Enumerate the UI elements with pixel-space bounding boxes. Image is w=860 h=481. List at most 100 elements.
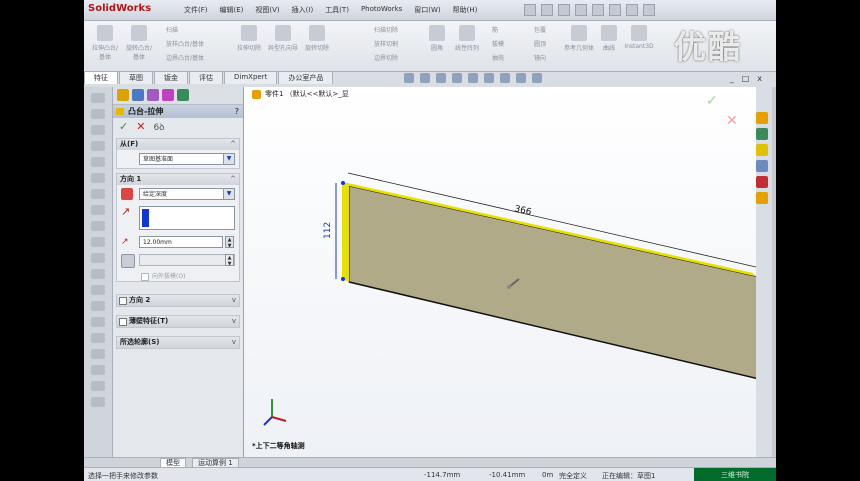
hole-wizard-button[interactable]: 异型孔向导 [268, 25, 298, 52]
vertical-scrollbar[interactable] [772, 87, 776, 457]
menu-file[interactable]: 文件(F) [184, 5, 208, 15]
spline-tool-icon[interactable] [91, 189, 105, 199]
menu-view[interactable]: 视图(V) [255, 5, 279, 15]
menu-insert[interactable]: 插入(I) [292, 5, 314, 15]
design-library-icon[interactable] [756, 128, 768, 140]
relation-tool-icon[interactable] [91, 285, 105, 295]
dome-button[interactable]: 圆顶 [534, 39, 546, 48]
depth-spinner[interactable]: ▲ ▼ [225, 236, 234, 249]
restore-button[interactable]: □ [742, 74, 750, 83]
tab-evaluate[interactable]: 评估 [189, 71, 223, 84]
chamfer-tool-icon[interactable] [91, 397, 105, 407]
tab-features[interactable]: 特征 [84, 71, 118, 84]
direction2-section-header[interactable]: 方向 2 v [116, 294, 240, 307]
edit-appearance-icon[interactable] [516, 73, 526, 83]
reference-geometry-button[interactable]: 参考几何体 [564, 25, 594, 52]
instant3d-button[interactable]: Instant3D [624, 25, 654, 50]
rectangle-tool-icon[interactable] [91, 125, 105, 135]
thin-feature-section-header[interactable]: 薄壁特征(T) v [116, 315, 240, 328]
thin-feature-checkbox[interactable] [119, 318, 127, 326]
solidworks-resources-icon[interactable] [756, 112, 768, 124]
save-icon[interactable] [558, 4, 570, 16]
configuration-manager-tab-icon[interactable] [147, 89, 159, 101]
options-icon[interactable] [643, 4, 655, 16]
direction-of-extrusion-box[interactable] [139, 206, 235, 230]
swept-cut-button[interactable]: 扫描切除 [374, 25, 398, 34]
revolve-cut-button[interactable]: 旋转切除 [302, 25, 332, 52]
rib-button[interactable]: 筋 [492, 25, 498, 34]
move-tool-icon[interactable] [91, 317, 105, 327]
cancel-x-icon[interactable]: ✕ [136, 120, 145, 133]
offset-tool-icon[interactable] [91, 237, 105, 247]
wrap-button[interactable]: 包覆 [534, 25, 546, 34]
pattern-tool-icon[interactable] [91, 301, 105, 311]
menu-help[interactable]: 帮助(H) [453, 5, 478, 15]
help-button[interactable]: ? [235, 105, 239, 118]
previous-view-icon[interactable] [436, 73, 446, 83]
select-icon[interactable] [609, 4, 621, 16]
curves-button[interactable]: 曲线 [594, 25, 624, 52]
lofted-cut-button[interactable]: 放样切割 [374, 39, 398, 48]
dimxpert-manager-tab-icon[interactable] [162, 89, 174, 101]
line-tool-icon[interactable] [91, 109, 105, 119]
detailed-preview-icon[interactable]: 6ꝺ [153, 120, 164, 133]
extrude-cut-button[interactable]: 拉伸切除 [234, 25, 264, 52]
menu-edit[interactable]: 编辑(E) [220, 5, 244, 15]
draft-button[interactable]: 拔模 [492, 39, 504, 48]
ok-check-icon[interactable]: ✓ [119, 120, 128, 133]
zoom-to-fit-icon[interactable] [404, 73, 414, 83]
open-icon[interactable] [541, 4, 553, 16]
property-manager-tab-icon[interactable] [132, 89, 144, 101]
scale-tool-icon[interactable] [91, 349, 105, 359]
extrude-boss-button[interactable]: 拉伸凸台/基体 [90, 25, 120, 61]
display-manager-tab-icon[interactable] [177, 89, 189, 101]
linear-pattern-button[interactable]: 线性阵列 [452, 25, 482, 52]
section-view-icon[interactable] [452, 73, 462, 83]
polygon-tool-icon[interactable] [91, 173, 105, 183]
undo-icon[interactable] [592, 4, 604, 16]
selected-contours-section-header[interactable]: 所选轮廓(S) v [116, 336, 240, 349]
sketch-point-bottom[interactable] [341, 277, 345, 281]
copy-tool-icon[interactable] [91, 365, 105, 375]
sketch-point-top[interactable] [341, 181, 345, 185]
direction2-checkbox[interactable] [119, 297, 127, 305]
rotate-tool-icon[interactable] [91, 333, 105, 343]
from-start-condition-select[interactable]: 草图基准面 ▼ [139, 153, 235, 165]
graphics-area[interactable]: 零件1 （默认<<默认>_显 ✓ ✕ 366 112 *上下二等角轴测 [244, 87, 756, 457]
hide-show-icon[interactable] [500, 73, 510, 83]
tab-dimxpert[interactable]: DimXpert [224, 71, 278, 84]
boundary-cut-button[interactable]: 边界切除 [374, 53, 398, 62]
draft-angle-input[interactable] [139, 254, 235, 266]
appearances-icon[interactable] [756, 192, 768, 204]
close-button[interactable]: x [757, 74, 762, 83]
depth-input[interactable]: 12.00mm [139, 236, 223, 248]
solidworks-logo[interactable]: SolidWorks [88, 3, 151, 14]
tab-sheet-metal[interactable]: 钣金 [154, 71, 188, 84]
sweep-button[interactable]: 扫描 [166, 25, 178, 34]
arc-tool-icon[interactable] [91, 157, 105, 167]
display-style-icon[interactable] [484, 73, 494, 83]
fillet-button[interactable]: 圆角 [422, 25, 452, 52]
trim-tool-icon[interactable] [91, 221, 105, 231]
sketch-tool-icon[interactable] [91, 93, 105, 103]
height-dimension-label[interactable]: 112 [323, 222, 333, 239]
shell-button[interactable]: 抽壳 [492, 53, 504, 62]
end-condition-select[interactable]: 给定深度 ▼ [139, 188, 235, 200]
loft-button[interactable]: 放样凸台/基体 [166, 39, 204, 48]
zoom-area-icon[interactable] [420, 73, 430, 83]
point-tool-icon[interactable] [91, 205, 105, 215]
menu-window[interactable]: 窗口(W) [414, 5, 440, 15]
view-orientation-icon[interactable] [468, 73, 478, 83]
width-dimension-label[interactable]: 366 [513, 204, 532, 218]
fillet-tool-icon[interactable] [91, 381, 105, 391]
outward-draft-checkbox[interactable]: 向外拔模(O) [141, 271, 185, 281]
tab-sketch[interactable]: 草图 [119, 71, 153, 84]
mirror-button[interactable]: 镜向 [534, 53, 546, 62]
dimension-tool-icon[interactable] [91, 269, 105, 279]
feature-tree-tab-icon[interactable] [117, 89, 129, 101]
draft-toggle-icon[interactable] [121, 254, 135, 268]
reverse-direction-icon[interactable] [121, 188, 133, 200]
scene-icon[interactable] [532, 73, 542, 83]
search-icon[interactable] [756, 160, 768, 172]
menu-photoworks[interactable]: PhotoWorks [361, 5, 402, 15]
